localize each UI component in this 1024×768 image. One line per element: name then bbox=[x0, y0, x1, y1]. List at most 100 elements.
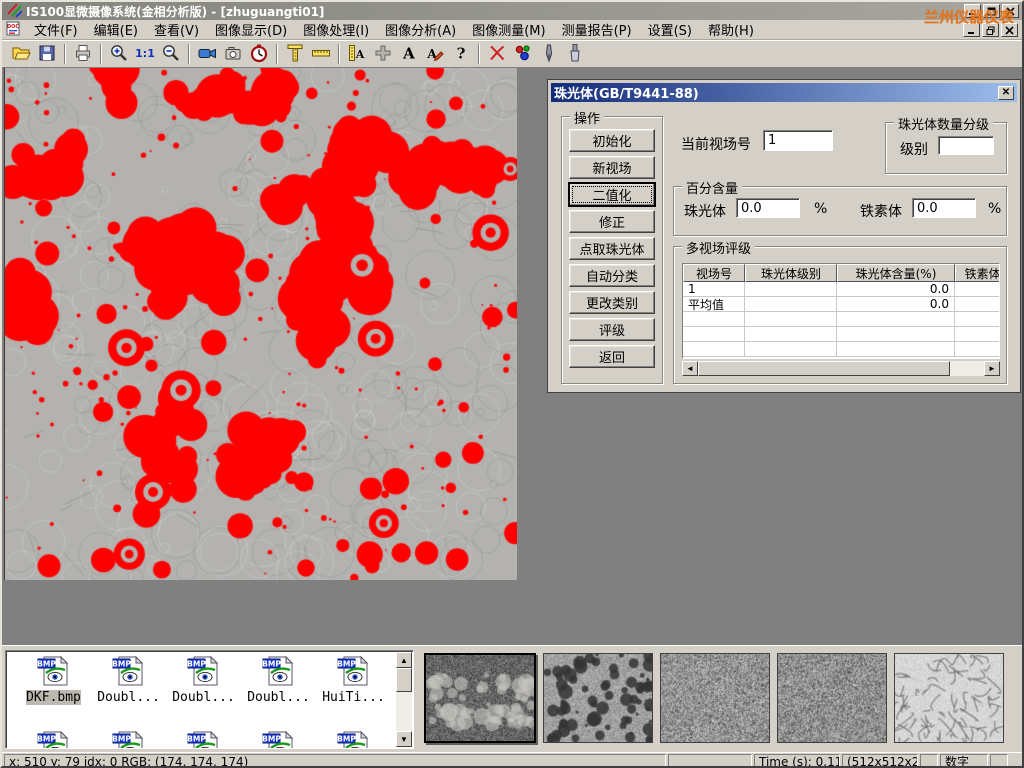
pen-button[interactable] bbox=[536, 42, 562, 66]
menu-item[interactable]: 测量报告(P) bbox=[554, 18, 640, 41]
svg-text:BMP: BMP bbox=[187, 660, 206, 669]
correct-button[interactable]: 修正 bbox=[569, 210, 655, 233]
file-name: Doubl... bbox=[247, 690, 310, 705]
scroll-left-button[interactable]: ◄ bbox=[682, 361, 698, 376]
scroll-up-button[interactable]: ▲ bbox=[396, 652, 412, 668]
maximize-button[interactable] bbox=[983, 4, 1000, 18]
grade-button[interactable]: 评级 bbox=[569, 318, 655, 341]
image-thumbnail[interactable] bbox=[543, 653, 653, 743]
table-row[interactable]: 平均值0.0 bbox=[683, 297, 999, 312]
dialog-title-bar[interactable]: 珠光体(GB/T9441-88) ✕ bbox=[551, 83, 1017, 102]
brush-button[interactable] bbox=[562, 42, 588, 66]
menu-item[interactable]: 编辑(E) bbox=[86, 18, 146, 41]
current-field-input[interactable] bbox=[763, 130, 833, 151]
pearlite-percent-sign: % bbox=[814, 201, 827, 217]
annotate-button[interactable]: A bbox=[422, 42, 448, 66]
save-button[interactable] bbox=[34, 42, 60, 66]
menu-item[interactable]: 图像显示(D) bbox=[207, 18, 295, 41]
actual-size-button[interactable]: 1:1 bbox=[132, 42, 158, 66]
table-column-header[interactable]: 珠光体含量(%) bbox=[837, 264, 955, 282]
measure-text-icon: A bbox=[347, 43, 367, 66]
image-thumbnail[interactable] bbox=[894, 653, 1004, 743]
zoom-in-button[interactable] bbox=[106, 42, 132, 66]
table-column-header[interactable]: 视场号 bbox=[683, 264, 745, 282]
file-item[interactable]: BMP bbox=[241, 731, 316, 749]
menu-item[interactable]: 设置(S) bbox=[640, 18, 700, 41]
initialize-button[interactable]: 初始化 bbox=[569, 129, 655, 152]
child-minimize-button[interactable] bbox=[963, 23, 980, 37]
new-field-button[interactable]: 新视场 bbox=[569, 156, 655, 179]
child-restore-button[interactable] bbox=[982, 23, 999, 37]
table-row[interactable] bbox=[683, 342, 999, 357]
bmp-file-icon: BMP bbox=[337, 731, 371, 749]
grading-label: 珠光体数量分级 bbox=[894, 114, 993, 133]
file-item[interactable]: BMP bbox=[91, 731, 166, 749]
particles-button[interactable] bbox=[510, 42, 536, 66]
pearlite-percent-input[interactable] bbox=[736, 198, 800, 218]
document-icon[interactable]: DOC bbox=[5, 20, 22, 40]
caliper-button[interactable] bbox=[282, 42, 308, 66]
file-item[interactable]: BMPDoubl... bbox=[166, 656, 241, 705]
table-column-header[interactable]: 珠光体级别 bbox=[745, 264, 837, 282]
table-row[interactable]: 10.0 bbox=[683, 282, 999, 297]
ferrite-percent-input[interactable] bbox=[912, 198, 976, 218]
print-button[interactable] bbox=[70, 42, 96, 66]
scrollbar-thumb[interactable] bbox=[698, 361, 950, 376]
timer-button[interactable] bbox=[246, 42, 272, 66]
return-button[interactable]: 返回 bbox=[569, 345, 655, 368]
ruler-icon bbox=[311, 43, 331, 66]
help-button[interactable]: ? bbox=[448, 42, 474, 66]
table-cell bbox=[837, 312, 955, 327]
table-column-header[interactable]: 铁素体含量(%) bbox=[955, 264, 1000, 282]
metallograph-image[interactable] bbox=[4, 68, 517, 580]
file-item[interactable]: BMPDKF.bmp bbox=[16, 656, 91, 705]
scrollbar-thumb[interactable] bbox=[396, 668, 412, 692]
pick-pearlite-button[interactable]: 点取珠光体 bbox=[569, 237, 655, 260]
text-button[interactable]: A bbox=[396, 42, 422, 66]
measure-text-button[interactable]: A bbox=[344, 42, 370, 66]
file-item[interactable]: BMP bbox=[166, 731, 241, 749]
file-list-scrollbar[interactable]: ▲ ▼ bbox=[396, 652, 412, 747]
grade-level-input[interactable] bbox=[938, 136, 994, 155]
move-button[interactable] bbox=[370, 42, 396, 66]
menu-item[interactable]: 图像处理(I) bbox=[295, 18, 377, 41]
file-item[interactable]: BMPHuiTi... bbox=[316, 656, 391, 705]
table-row[interactable] bbox=[683, 327, 999, 342]
help-icon: ? bbox=[451, 43, 471, 66]
menu-item[interactable]: 查看(V) bbox=[146, 18, 207, 41]
current-field-label: 当前视场号 bbox=[681, 134, 751, 154]
file-panel: BMPDKF.bmpBMPDoubl...BMPDoubl...BMPDoubl… bbox=[2, 645, 1022, 752]
scroll-down-button[interactable]: ▼ bbox=[396, 731, 412, 747]
image-thumbnail[interactable] bbox=[777, 653, 887, 743]
dialog-close-button[interactable]: ✕ bbox=[998, 86, 1014, 100]
image-thumbnail[interactable] bbox=[424, 653, 536, 743]
close-button[interactable] bbox=[1002, 4, 1019, 18]
menu-item[interactable]: 文件(F) bbox=[26, 18, 86, 41]
video-camera-button[interactable] bbox=[194, 42, 220, 66]
menu-item[interactable]: 图像分析(A) bbox=[377, 18, 464, 41]
menu-item[interactable]: 帮助(H) bbox=[700, 18, 762, 41]
change-class-button[interactable]: 更改类别 bbox=[569, 291, 655, 314]
file-item[interactable]: BMP bbox=[316, 731, 391, 749]
grading-table[interactable]: 视场号珠光体级别珠光体含量(%)铁素体含量(%)10.0平均值0.0 bbox=[682, 263, 1000, 359]
file-item[interactable]: BMPDoubl... bbox=[91, 656, 166, 705]
capture-button[interactable] bbox=[220, 42, 246, 66]
file-item[interactable]: BMP bbox=[16, 731, 91, 749]
file-list[interactable]: BMPDKF.bmpBMPDoubl...BMPDoubl...BMPDoubl… bbox=[5, 650, 414, 749]
menu-item[interactable]: 图像测量(M) bbox=[464, 18, 553, 41]
table-row[interactable] bbox=[683, 312, 999, 327]
file-item[interactable]: BMPDoubl... bbox=[241, 656, 316, 705]
open-button[interactable] bbox=[8, 42, 34, 66]
scroll-right-button[interactable]: ► bbox=[984, 361, 1000, 376]
curve-cut-button[interactable] bbox=[484, 42, 510, 66]
image-thumbnail[interactable] bbox=[660, 653, 770, 743]
minimize-button[interactable] bbox=[964, 4, 981, 18]
binarize-button[interactable]: 二值化 bbox=[569, 183, 655, 206]
window-title: IS100显微摄像系统(金相分析版) - [zhuguangti01] bbox=[26, 3, 324, 20]
auto-classify-button[interactable]: 自动分类 bbox=[569, 264, 655, 287]
child-close-button[interactable] bbox=[1001, 23, 1018, 37]
table-horizontal-scrollbar[interactable]: ◄ ► bbox=[682, 361, 1000, 376]
ferrite-label: 铁素体 bbox=[860, 201, 902, 221]
zoom-out-button[interactable] bbox=[158, 42, 184, 66]
ruler-button[interactable] bbox=[308, 42, 334, 66]
